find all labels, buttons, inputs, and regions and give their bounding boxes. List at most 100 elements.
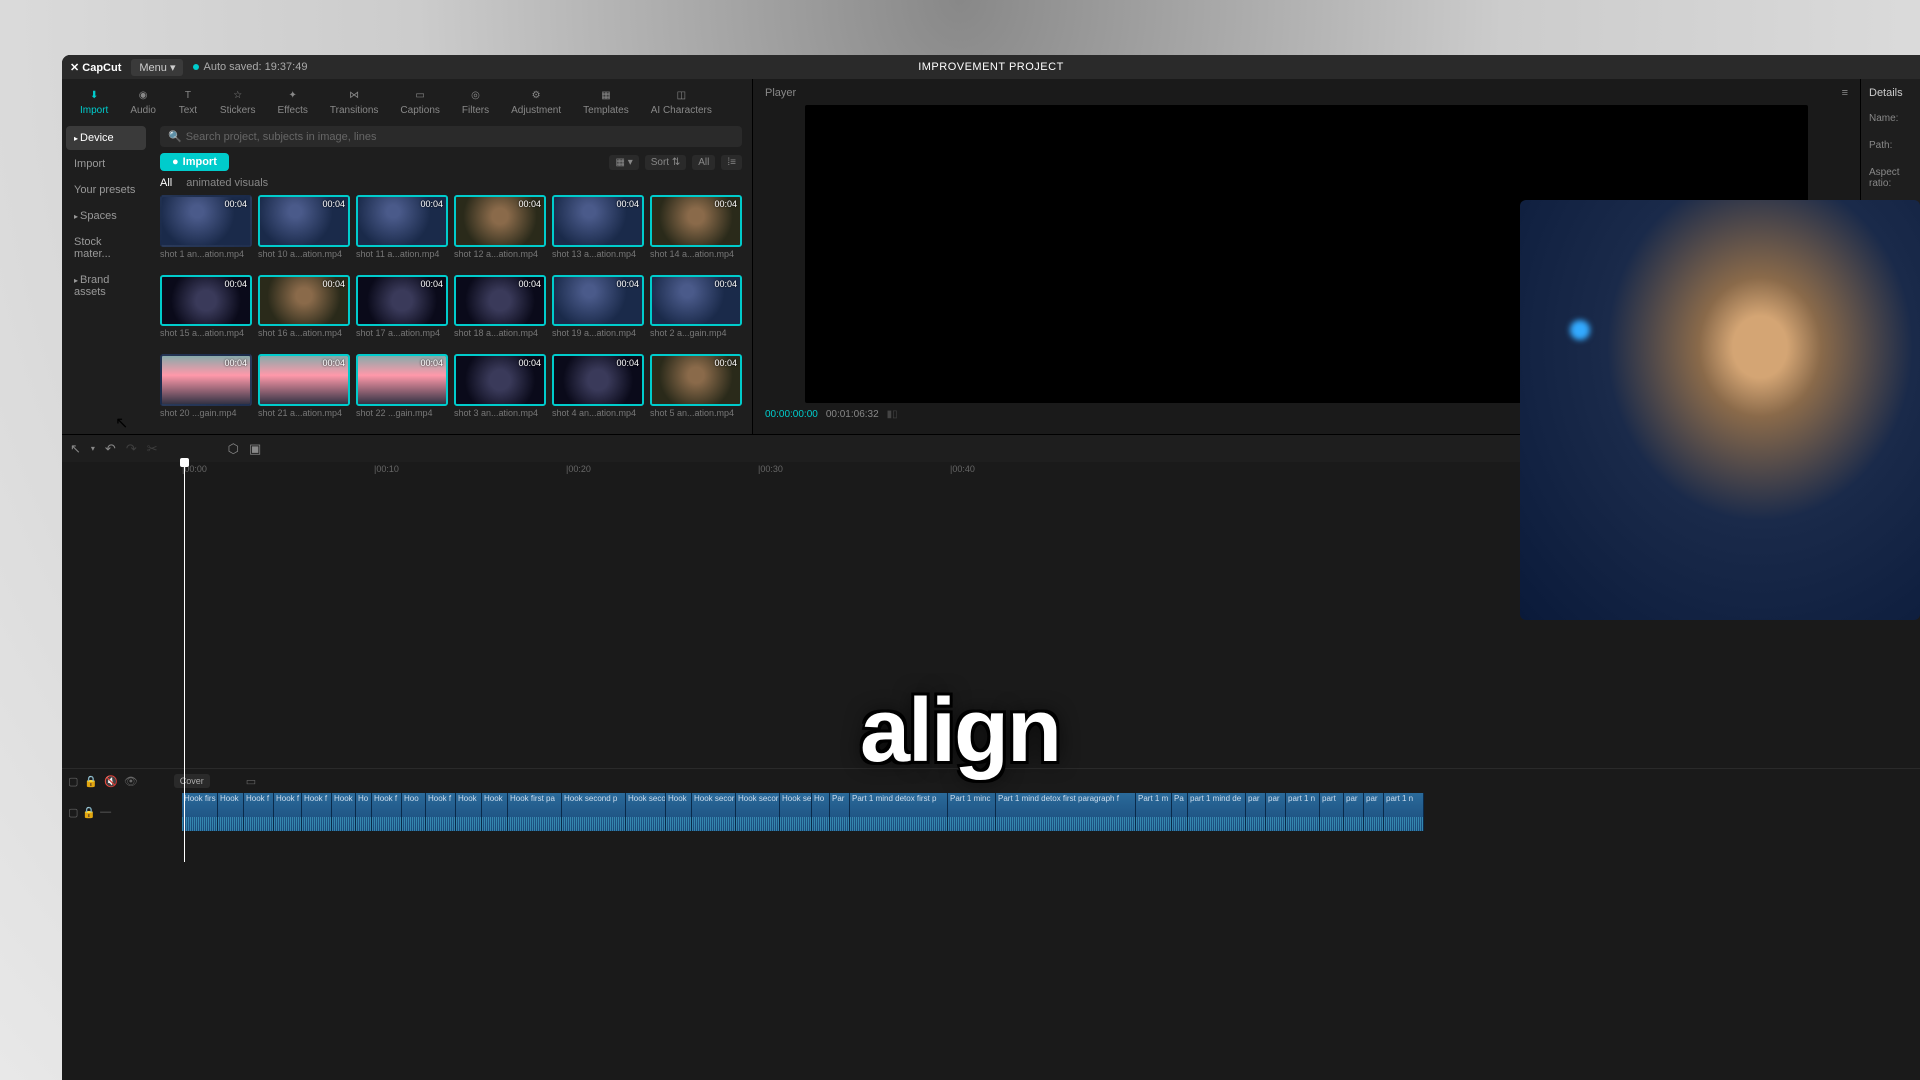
audio-clip[interactable]: par [1344,793,1364,831]
audio-clip[interactable]: Hook f [372,793,402,831]
sort-button[interactable]: Sort ⇅ [645,155,687,170]
sidebar-item-stock-mater---[interactable]: Stock mater... [66,230,146,266]
audio-clip[interactable]: Hook firs [182,793,218,831]
media-item[interactable]: 00:04shot 14 a...ation.mp4 [650,195,742,269]
media-item[interactable]: 00:04shot 16 a...ation.mp4 [258,275,350,349]
top-tab-audio[interactable]: ◉Audio [120,83,166,120]
audio-clip[interactable]: Hook [456,793,482,831]
sidebar-item-your-presets[interactable]: Your presets [66,178,146,202]
undo-button[interactable]: ↶ [105,441,116,457]
audio-clip[interactable]: part 1 mind de [1188,793,1246,831]
sidebar-item-spaces[interactable]: ▸Spaces [66,204,146,228]
audio-clip[interactable]: Hook seco [626,793,666,831]
media-item[interactable]: 00:04shot 20 ...gain.mp4 [160,354,252,428]
media-thumbnail[interactable]: 00:04 [454,275,546,327]
sidebar-item-device[interactable]: ▸Device [66,126,146,150]
split-tool[interactable]: ✂ [147,441,158,457]
audio-clip[interactable]: Hook f [302,793,332,831]
audio-clips-container[interactable]: Hook firsHookHook fHook fHook fHook fiHo… [182,793,1920,831]
redo-button[interactable]: ↷ [126,441,137,457]
media-item[interactable]: 00:04shot 21 a...ation.mp4 [258,354,350,428]
grid-view-button[interactable]: ▦ ▾ [609,155,638,170]
media-item[interactable]: 00:04shot 12 a...ation.mp4 [454,195,546,269]
media-thumbnail[interactable]: 00:04 [454,195,546,247]
select-tool[interactable]: ↖ [70,441,81,457]
media-item[interactable]: 00:04shot 10 a...ation.mp4 [258,195,350,269]
audio-clip[interactable]: part 1 n [1384,793,1424,831]
playhead[interactable] [184,462,185,862]
filter-all-button[interactable]: All [692,155,715,170]
top-tab-templates[interactable]: ▦Templates [573,83,639,120]
top-tab-transitions[interactable]: ⋈Transitions [320,83,389,120]
audio-clip[interactable]: Hook f [244,793,274,831]
top-tab-import[interactable]: ⬇Import [70,83,118,120]
media-thumbnail[interactable]: 00:04 [356,354,448,406]
audio-clip[interactable]: Part 1 mind detox first paragraph f [996,793,1136,831]
audio-clip[interactable]: Part 1 minc [948,793,996,831]
media-thumbnail[interactable]: 00:04 [356,195,448,247]
player-progress[interactable]: ▮▯ [887,409,898,420]
media-item[interactable]: 00:04shot 1 an...ation.mp4 [160,195,252,269]
media-thumbnail[interactable]: 00:04 [650,275,742,327]
media-thumbnail[interactable]: 00:04 [258,275,350,327]
media-thumbnail[interactable]: 00:04 [160,275,252,327]
sidebar-item-import[interactable]: Import [66,152,146,176]
aspect-button[interactable]: ▭ [246,775,256,788]
audio-clip[interactable]: Hook secor [692,793,736,831]
track-visibility-icon[interactable]: 👁 [124,775,138,788]
top-tab-effects[interactable]: ✦Effects [267,83,317,120]
cover-button[interactable]: Cover [174,774,210,788]
media-thumbnail[interactable]: 00:04 [356,275,448,327]
media-thumbnail[interactable]: 00:04 [552,354,644,406]
media-thumbnail[interactable]: 00:04 [258,354,350,406]
media-item[interactable]: 00:04shot 15 a...ation.mp4 [160,275,252,349]
media-item[interactable]: 00:04shot 11 a...ation.mp4 [356,195,448,269]
audio-clip[interactable]: par [1266,793,1286,831]
audio-clip[interactable]: Hook f [426,793,456,831]
audio-clip[interactable]: Hook fi [332,793,356,831]
audio-clip[interactable]: part [1320,793,1344,831]
media-thumbnail[interactable]: 00:04 [552,195,644,247]
top-tab-stickers[interactable]: ☆Stickers [210,83,266,120]
media-item[interactable]: 00:04shot 2 a...gain.mp4 [650,275,742,349]
audio-clip[interactable]: Hook f [274,793,302,831]
marker-tool[interactable]: ⬡ [228,441,239,457]
track-mute-icon[interactable]: 🔇 [104,775,118,788]
audio-clip[interactable]: Hook [218,793,244,831]
search-input[interactable]: 🔍 Search project, subjects in image, lin… [160,126,742,147]
audio-clip[interactable]: Part 1 m [1136,793,1172,831]
media-thumbnail[interactable]: 00:04 [160,354,252,406]
audio-clip[interactable]: part 1 n [1286,793,1320,831]
import-button[interactable]: ● Import [160,153,229,171]
media-thumbnail[interactable]: 00:04 [160,195,252,247]
audio-collapse-icon[interactable]: — [100,806,111,818]
audio-clip[interactable]: Hoo [402,793,426,831]
media-thumbnail[interactable]: 00:04 [258,195,350,247]
audio-clip[interactable]: Hook [482,793,508,831]
filter-tab-animated-visuals[interactable]: animated visuals [186,177,268,189]
audio-toggle-icon[interactable]: ▢ [68,806,78,819]
media-item[interactable]: 00:04shot 3 an...ation.mp4 [454,354,546,428]
media-thumbnail[interactable]: 00:04 [650,354,742,406]
sidebar-item-brand-assets[interactable]: ▸Brand assets [66,268,146,304]
filter-tab-all[interactable]: All [160,177,172,189]
audio-clip[interactable]: Ho [356,793,372,831]
media-item[interactable]: 00:04shot 5 an...ation.mp4 [650,354,742,428]
audio-clip[interactable]: Hook secor [736,793,780,831]
media-item[interactable]: 00:04shot 13 a...ation.mp4 [552,195,644,269]
filter-toggle-button[interactable]: ⁞≡ [721,155,742,170]
media-thumbnail[interactable]: 00:04 [454,354,546,406]
audio-lock-icon[interactable]: 🔒 [82,806,96,819]
track-lock-icon[interactable]: 🔒 [84,775,98,788]
top-tab-filters[interactable]: ◎Filters [452,83,499,120]
media-item[interactable]: 00:04shot 18 a...ation.mp4 [454,275,546,349]
top-tab-text[interactable]: TText [168,83,208,120]
crop-tool[interactable]: ▣ [249,441,261,457]
select-dropdown[interactable]: ▾ [91,444,95,453]
media-item[interactable]: 00:04shot 19 a...ation.mp4 [552,275,644,349]
media-thumbnail[interactable]: 00:04 [650,195,742,247]
audio-clip[interactable]: Part 1 mind detox first p [850,793,948,831]
audio-clip[interactable]: Pa [1172,793,1188,831]
audio-clip[interactable]: Hook second p [562,793,626,831]
audio-clip[interactable]: Par [830,793,850,831]
